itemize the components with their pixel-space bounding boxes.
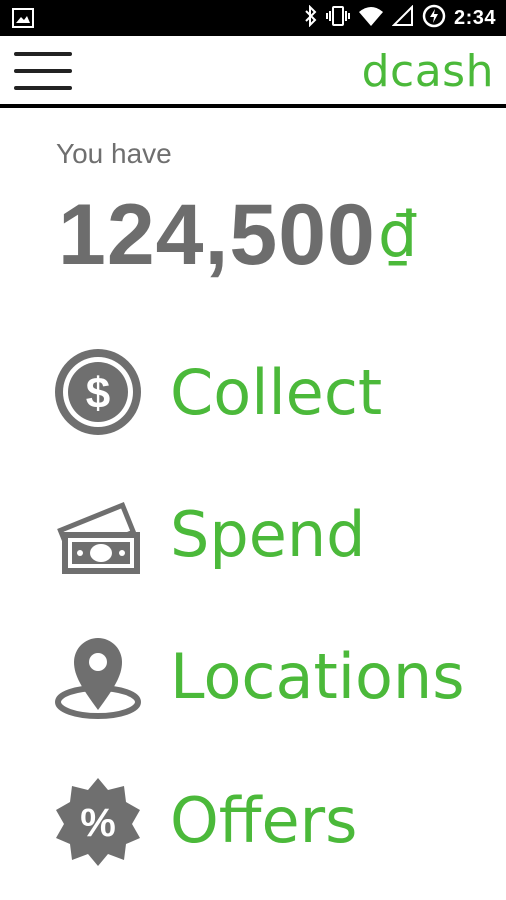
svg-text:%: % xyxy=(80,801,116,845)
menu-item-collect[interactable]: $ Collect xyxy=(52,346,472,446)
menu-item-label: Locations xyxy=(170,640,465,713)
dollar-coin-icon: $ xyxy=(52,346,144,438)
signal-icon xyxy=(391,4,414,32)
status-bar: 2:34 xyxy=(0,0,506,36)
cash-bills-icon xyxy=(52,488,144,580)
menu-item-label: Spend xyxy=(170,498,366,571)
menu-item-label: Collect xyxy=(170,356,383,429)
brand-logo: dcash xyxy=(361,46,494,97)
balance-label: You have xyxy=(56,138,172,169)
image-icon xyxy=(12,8,34,28)
status-time: 2:34 xyxy=(453,6,496,29)
balance-amount: 124,500 xyxy=(58,187,376,283)
wifi-icon xyxy=(358,5,384,32)
battery-saver-icon xyxy=(422,4,446,33)
svg-text:$: $ xyxy=(86,369,110,418)
app-bar: dcash xyxy=(0,36,506,108)
currency-symbol: ₫ xyxy=(378,198,418,271)
location-pin-icon xyxy=(52,630,144,722)
vibrate-icon xyxy=(325,5,350,32)
hamburger-menu-icon[interactable] xyxy=(14,50,72,92)
menu-item-label: Offers xyxy=(170,784,358,857)
percent-badge-icon: % xyxy=(52,774,144,866)
menu-item-locations[interactable]: Locations xyxy=(52,630,472,730)
menu-item-offers[interactable]: % Offers xyxy=(52,774,472,874)
bluetooth-icon xyxy=(304,4,318,32)
menu-item-spend[interactable]: Spend xyxy=(52,488,472,588)
